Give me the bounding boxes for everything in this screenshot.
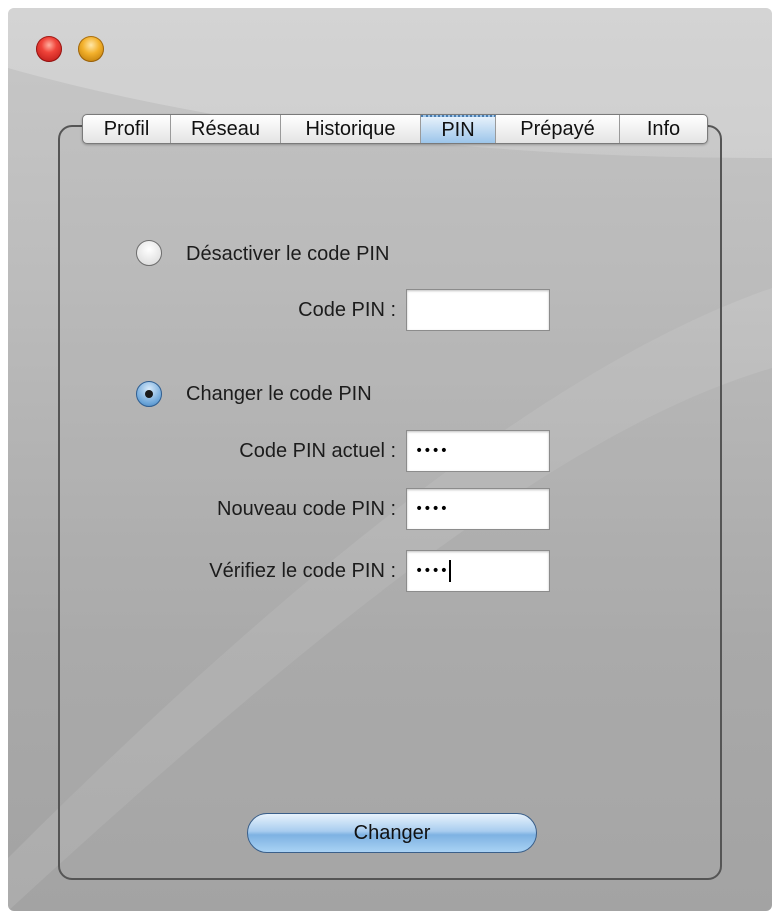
tab-prepaye[interactable]: Prépayé xyxy=(496,115,620,143)
verify-pin-value: •••• xyxy=(415,563,449,579)
code-pin-label: Code PIN : xyxy=(298,299,396,321)
change-pin-radio[interactable] xyxy=(136,381,162,407)
current-pin-field[interactable]: •••• xyxy=(406,430,550,472)
disable-pin-radio[interactable] xyxy=(136,240,162,266)
radio-selected-dot xyxy=(145,390,153,398)
tab-reseau[interactable]: Réseau xyxy=(171,115,281,143)
new-pin-label: Nouveau code PIN : xyxy=(217,498,396,520)
minimize-button[interactable] xyxy=(78,36,104,62)
tab-profil[interactable]: Profil xyxy=(83,115,171,143)
change-pin-label: Changer le code PIN xyxy=(186,383,372,405)
tab-historique[interactable]: Historique xyxy=(281,115,421,143)
tab-info[interactable]: Info xyxy=(620,115,707,143)
new-pin-field[interactable]: •••• xyxy=(406,488,550,530)
tab-bar: Profil Réseau Historique PIN Prépayé Inf… xyxy=(82,114,708,144)
verify-pin-field[interactable]: •••• xyxy=(406,550,550,592)
tab-pin[interactable]: PIN xyxy=(421,115,496,143)
close-button[interactable] xyxy=(36,36,62,62)
change-pin-button[interactable]: Changer xyxy=(247,813,537,853)
verify-pin-label: Vérifiez le code PIN : xyxy=(209,560,396,582)
code-pin-field[interactable] xyxy=(406,289,550,331)
text-cursor xyxy=(449,560,452,582)
current-pin-label: Code PIN actuel : xyxy=(239,440,396,462)
disable-pin-label: Désactiver le code PIN xyxy=(186,243,390,265)
